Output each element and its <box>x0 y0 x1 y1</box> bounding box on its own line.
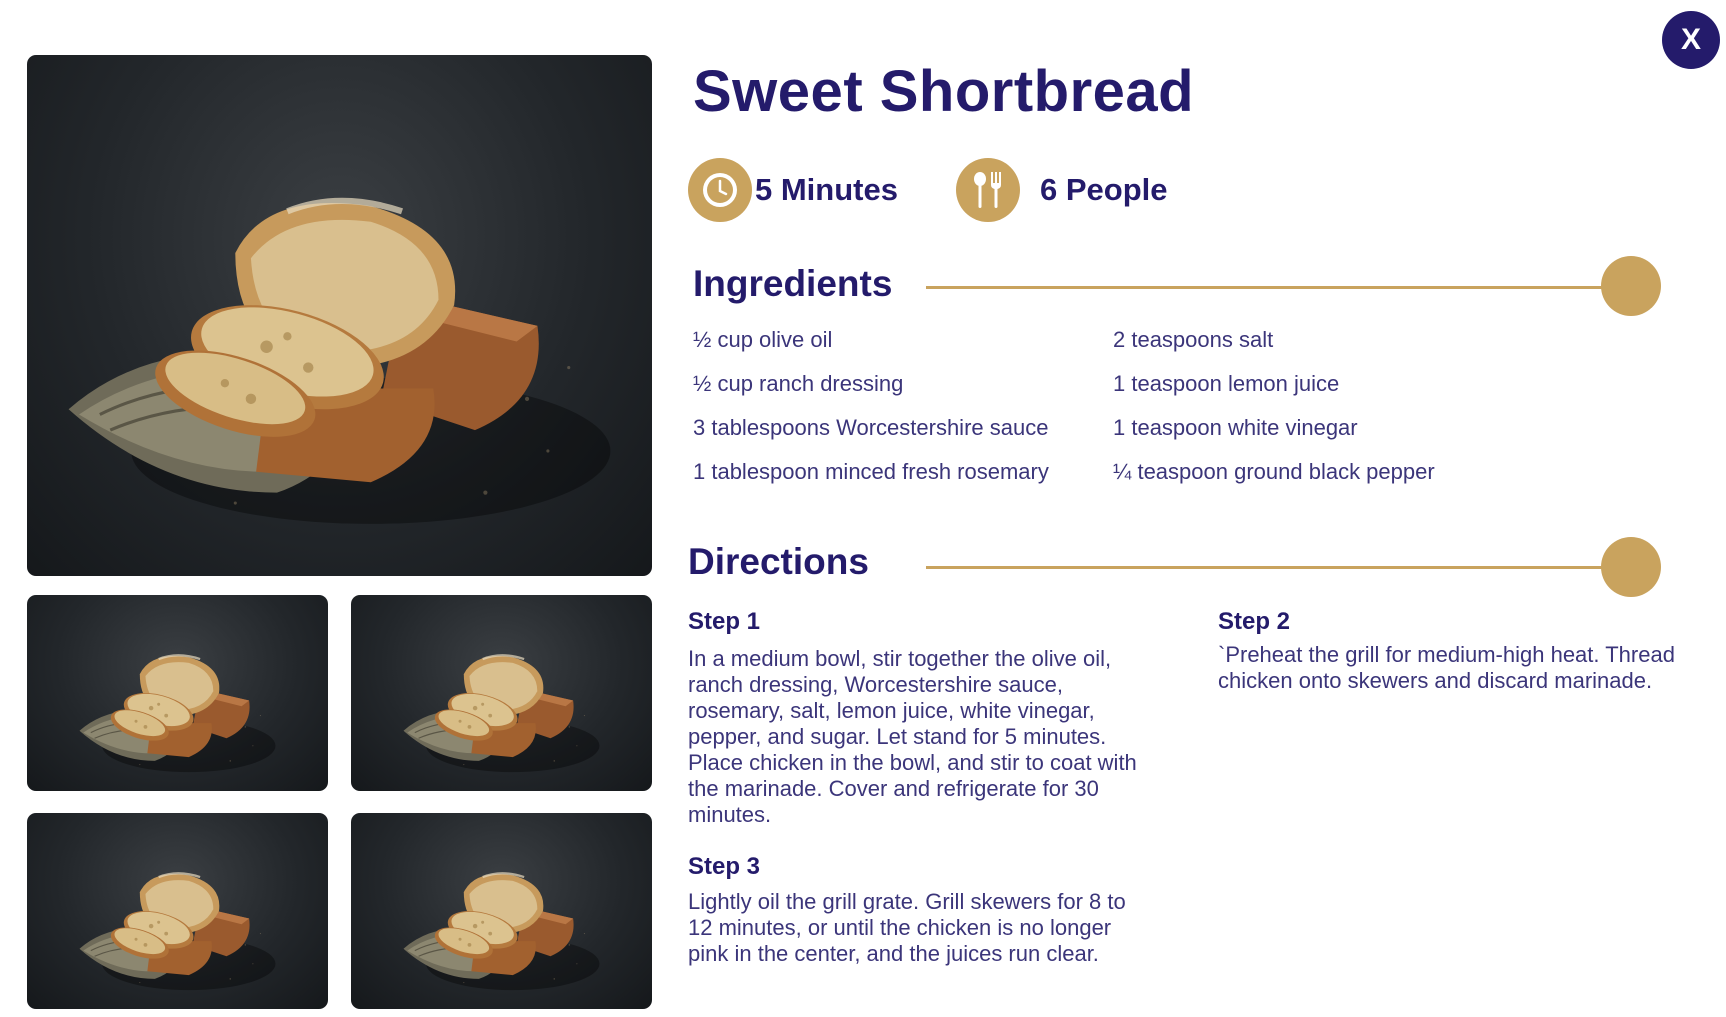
ingredient-item: 1 teaspoon white vinegar <box>1113 415 1358 440</box>
ingredient-item: 1 tablespoon minced fresh rosemary <box>693 459 1049 484</box>
recipe-thumbnail[interactable] <box>27 595 328 791</box>
ingredient-item: ½ cup olive oil <box>693 327 833 352</box>
step-2-title: Step 2 <box>1218 608 1291 635</box>
directions-heading: Directions <box>688 541 869 582</box>
ingredient-item: ¼ teaspoon ground black pepper <box>1113 459 1435 484</box>
step-2-text: `Preheat the grill for medium-high heat.… <box>1218 642 1675 693</box>
recipe-main-photo[interactable] <box>27 55 652 576</box>
step-3-title: Step 3 <box>688 853 761 880</box>
ingredient-item: ½ cup ranch dressing <box>693 371 904 396</box>
step-3-text: Lightly oil the grill grate. Grill skewe… <box>688 889 1126 966</box>
directions-divider-dot <box>1601 537 1661 597</box>
recipe-thumbnail[interactable] <box>351 595 652 791</box>
utensils-icon <box>956 158 1020 222</box>
clock-icon <box>688 158 752 222</box>
ingredients-heading: Ingredients <box>693 263 893 304</box>
ingredient-item: 2 teaspoons salt <box>1113 327 1274 352</box>
close-button[interactable]: X <box>1662 11 1720 69</box>
directions-divider <box>926 566 1604 569</box>
ingredient-item: 1 teaspoon lemon juice <box>1113 371 1340 396</box>
ingredients-divider-dot <box>1601 256 1661 316</box>
ingredient-item: 3 tablespoons Worcestershire sauce <box>693 415 1049 440</box>
step-1-text: In a medium bowl, stir together the oliv… <box>688 646 1137 827</box>
recipe-thumbnail[interactable] <box>27 813 328 1009</box>
recipe-thumbnail[interactable] <box>351 813 652 1009</box>
servings: 6 People <box>1040 172 1168 207</box>
prep-time: 5 Minutes <box>755 172 898 207</box>
step-1-title: Step 1 <box>688 608 761 635</box>
close-icon: X <box>1680 23 1701 56</box>
ingredients-divider <box>926 286 1604 289</box>
recipe-title: Sweet Shortbread <box>693 59 1195 124</box>
